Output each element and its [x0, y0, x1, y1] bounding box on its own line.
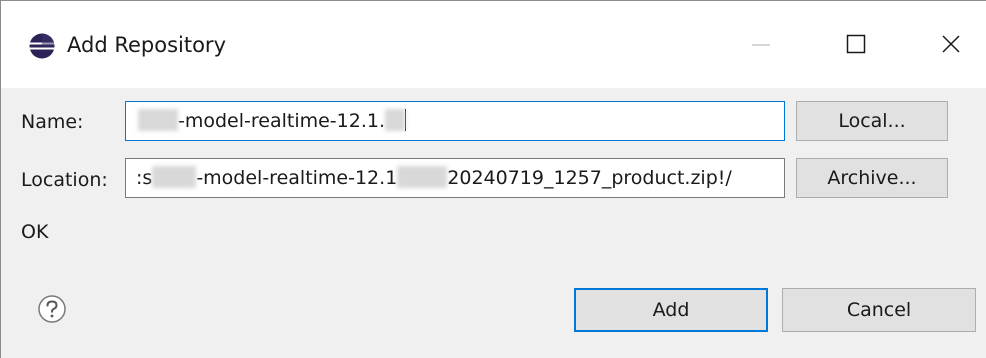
dialog-content: Name: -model-realtime-12.1. Local... Loc…: [0, 88, 986, 358]
name-value: -model-realtime-12.1.: [178, 110, 386, 132]
maximize-button[interactable]: [826, 19, 886, 69]
add-repository-dialog: Add Repository Name: -model-realtime-12.…: [0, 0, 986, 358]
redacted-text: [152, 166, 197, 188]
local-button[interactable]: Local...: [796, 101, 948, 141]
maximize-icon: [846, 34, 866, 54]
minimize-button[interactable]: [731, 19, 791, 69]
window-title: Add Repository: [67, 33, 226, 57]
location-value-suffix: 20240719_1257_product.zip!/: [447, 167, 732, 189]
location-value-prefix: :s: [136, 167, 153, 189]
add-button[interactable]: Add: [574, 288, 768, 332]
location-label: Location:: [21, 169, 108, 191]
location-value-mid: -model-realtime-12.1: [196, 167, 398, 189]
title-bar: Add Repository: [0, 0, 986, 88]
name-input[interactable]: -model-realtime-12.1.: [125, 101, 785, 141]
close-icon: [942, 35, 960, 53]
text-caret: [405, 109, 407, 131]
eclipse-icon: [29, 33, 55, 59]
cancel-button[interactable]: Cancel: [782, 288, 976, 332]
archive-button[interactable]: Archive...: [796, 158, 948, 198]
redacted-text: [138, 109, 178, 131]
redacted-text: [385, 109, 406, 131]
redacted-text: [397, 166, 448, 188]
minimize-icon: [752, 44, 770, 46]
name-label: Name:: [21, 111, 84, 133]
close-button[interactable]: [921, 19, 981, 69]
location-input[interactable]: :s -model-realtime-12.1 20240719_1257_prod…: [125, 158, 785, 198]
help-icon[interactable]: [37, 294, 67, 324]
status-message: OK: [21, 221, 49, 243]
